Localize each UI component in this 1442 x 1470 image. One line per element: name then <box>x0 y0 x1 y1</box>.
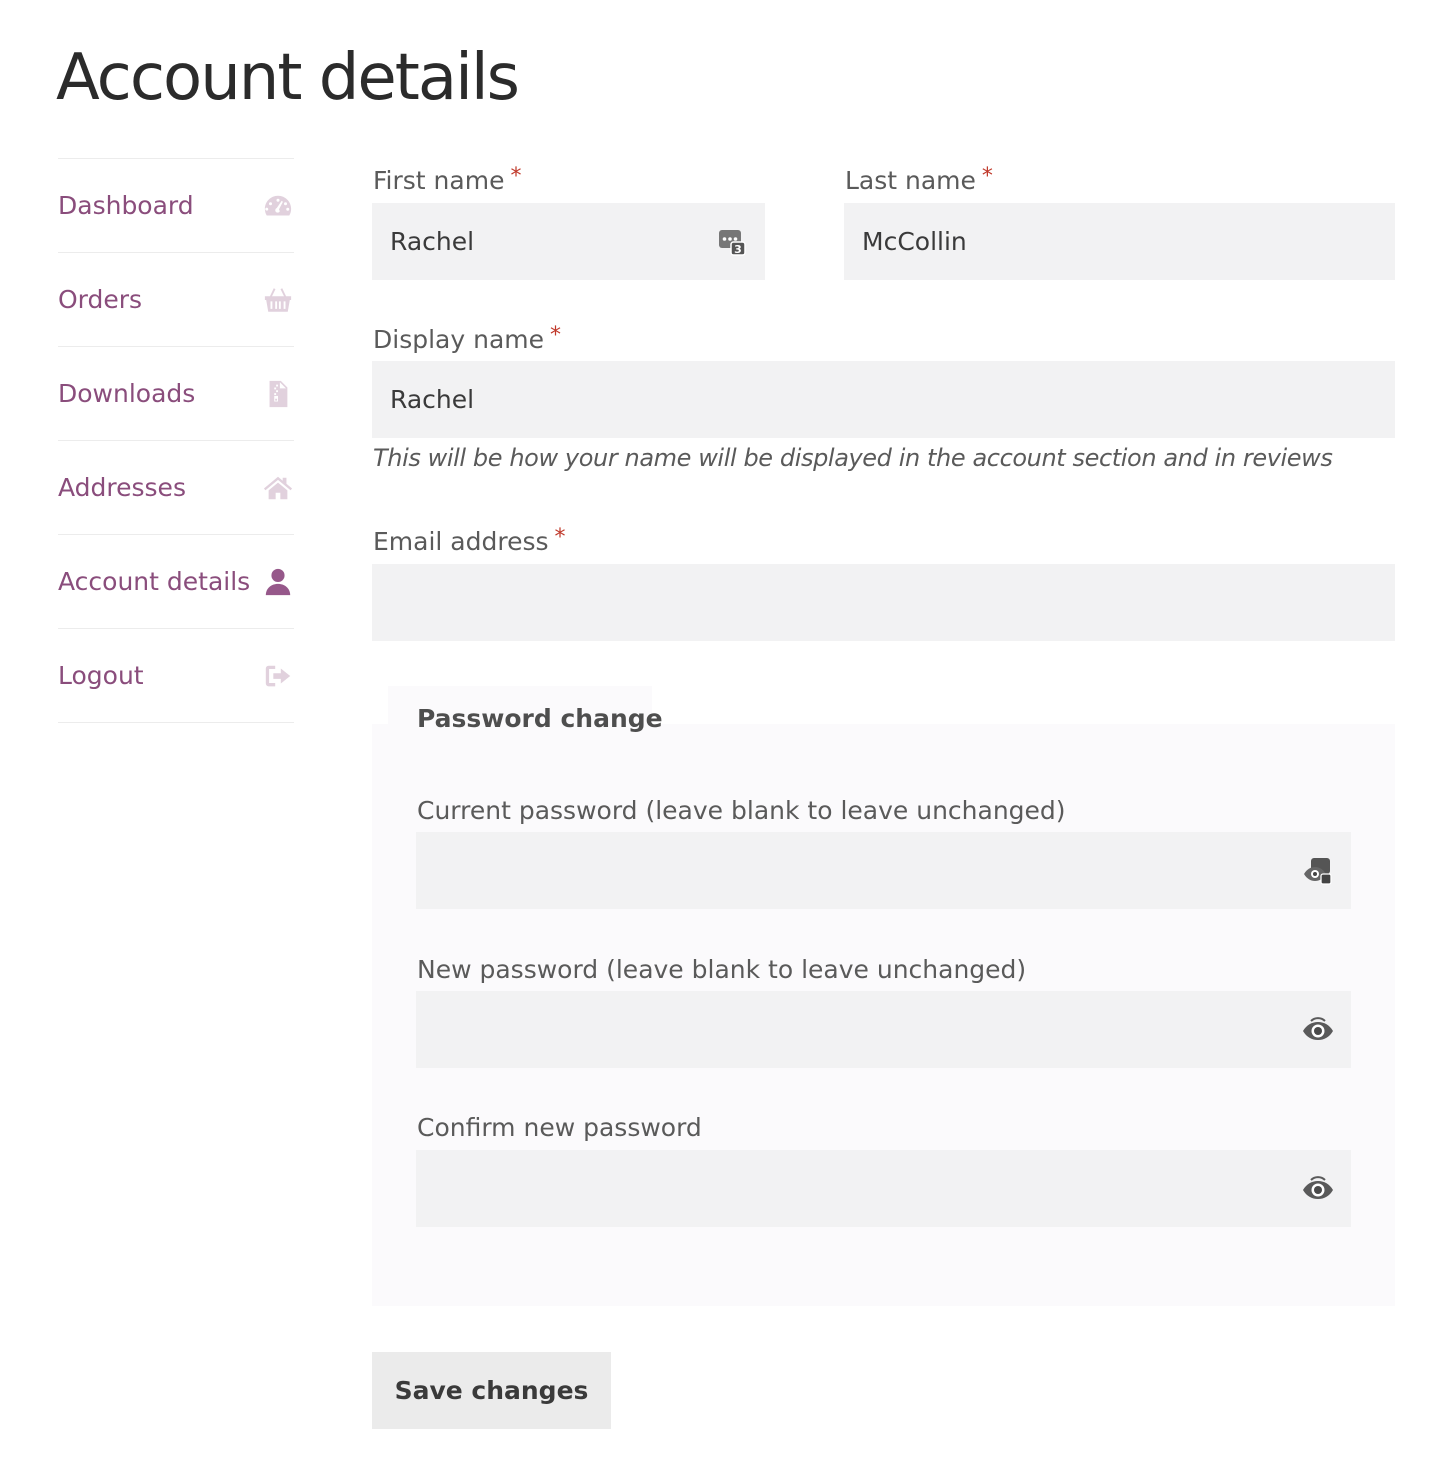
required-asterisk: * <box>510 164 522 189</box>
email-field[interactable] <box>372 564 1395 641</box>
sidebar-item-label[interactable]: Orders <box>58 285 142 314</box>
password-manager-icon[interactable] <box>1301 854 1335 888</box>
first-name-input[interactable] <box>390 227 747 256</box>
first-name-label: First name * <box>373 164 522 199</box>
last-name-input[interactable] <box>862 227 1377 256</box>
required-asterisk: * <box>554 525 566 550</box>
password-change-legend: Password change <box>417 704 663 733</box>
last-name-label-text: Last name <box>845 166 976 195</box>
sidebar-item-dashboard[interactable]: Dashboard <box>58 158 294 252</box>
sidebar-item-label[interactable]: Logout <box>58 661 144 690</box>
required-asterisk: * <box>981 164 993 189</box>
svg-text:3: 3 <box>734 243 742 256</box>
sidebar-item-label[interactable]: Account details <box>58 567 250 596</box>
sidebar-item-label[interactable]: Dashboard <box>58 191 194 220</box>
confirm-password-field[interactable] <box>416 1150 1351 1227</box>
sidebar-item-account-details[interactable]: Account details <box>58 534 294 628</box>
sidebar-item-label[interactable]: Addresses <box>58 473 186 502</box>
sign-out-icon <box>262 660 294 692</box>
current-password-input[interactable] <box>434 856 1333 885</box>
last-name-field[interactable] <box>844 203 1395 280</box>
basket-icon <box>262 284 294 316</box>
sidebar-item-label[interactable]: Downloads <box>58 379 195 408</box>
display-name-label-text: Display name <box>373 325 544 354</box>
sidebar-item-downloads[interactable]: Downloads <box>58 346 294 440</box>
current-password-label: Current password (leave blank to leave u… <box>417 796 1066 825</box>
new-password-field[interactable] <box>416 991 1351 1068</box>
confirm-password-input[interactable] <box>434 1174 1333 1203</box>
sidebar-item-addresses[interactable]: Addresses <box>58 440 294 534</box>
sidebar-item-orders[interactable]: Orders <box>58 252 294 346</box>
required-asterisk: * <box>550 323 561 348</box>
eye-icon[interactable] <box>1301 1172 1335 1206</box>
display-name-input[interactable] <box>390 385 1377 414</box>
dashboard-gauge-icon <box>262 190 294 222</box>
account-navigation: Dashboard Orders Downloads Addresses Acc… <box>58 158 294 723</box>
eye-icon[interactable] <box>1301 1013 1335 1047</box>
new-password-label: New password (leave blank to leave uncha… <box>417 955 1027 984</box>
sidebar-item-logout[interactable]: Logout <box>58 628 294 723</box>
email-input[interactable] <box>390 588 1377 617</box>
email-label: Email address * <box>373 525 566 560</box>
display-name-field[interactable] <box>372 361 1395 438</box>
page-title: Account details <box>56 41 520 115</box>
first-name-field[interactable]: 3 <box>372 203 765 280</box>
confirm-password-label: Confirm new password <box>417 1113 702 1142</box>
last-name-label: Last name * <box>845 164 993 199</box>
home-icon <box>262 472 294 504</box>
current-password-field[interactable] <box>416 832 1351 909</box>
new-password-input[interactable] <box>434 1015 1333 1044</box>
first-name-label-text: First name <box>373 166 505 195</box>
save-changes-button[interactable]: Save changes <box>372 1352 611 1429</box>
email-label-text: Email address <box>373 527 549 556</box>
user-icon <box>262 566 294 598</box>
display-name-label: Display name * <box>373 323 561 358</box>
display-name-hint: This will be how your name will be displ… <box>373 444 1333 472</box>
password-manager-icon[interactable]: 3 <box>715 225 749 259</box>
file-download-icon <box>262 378 294 410</box>
